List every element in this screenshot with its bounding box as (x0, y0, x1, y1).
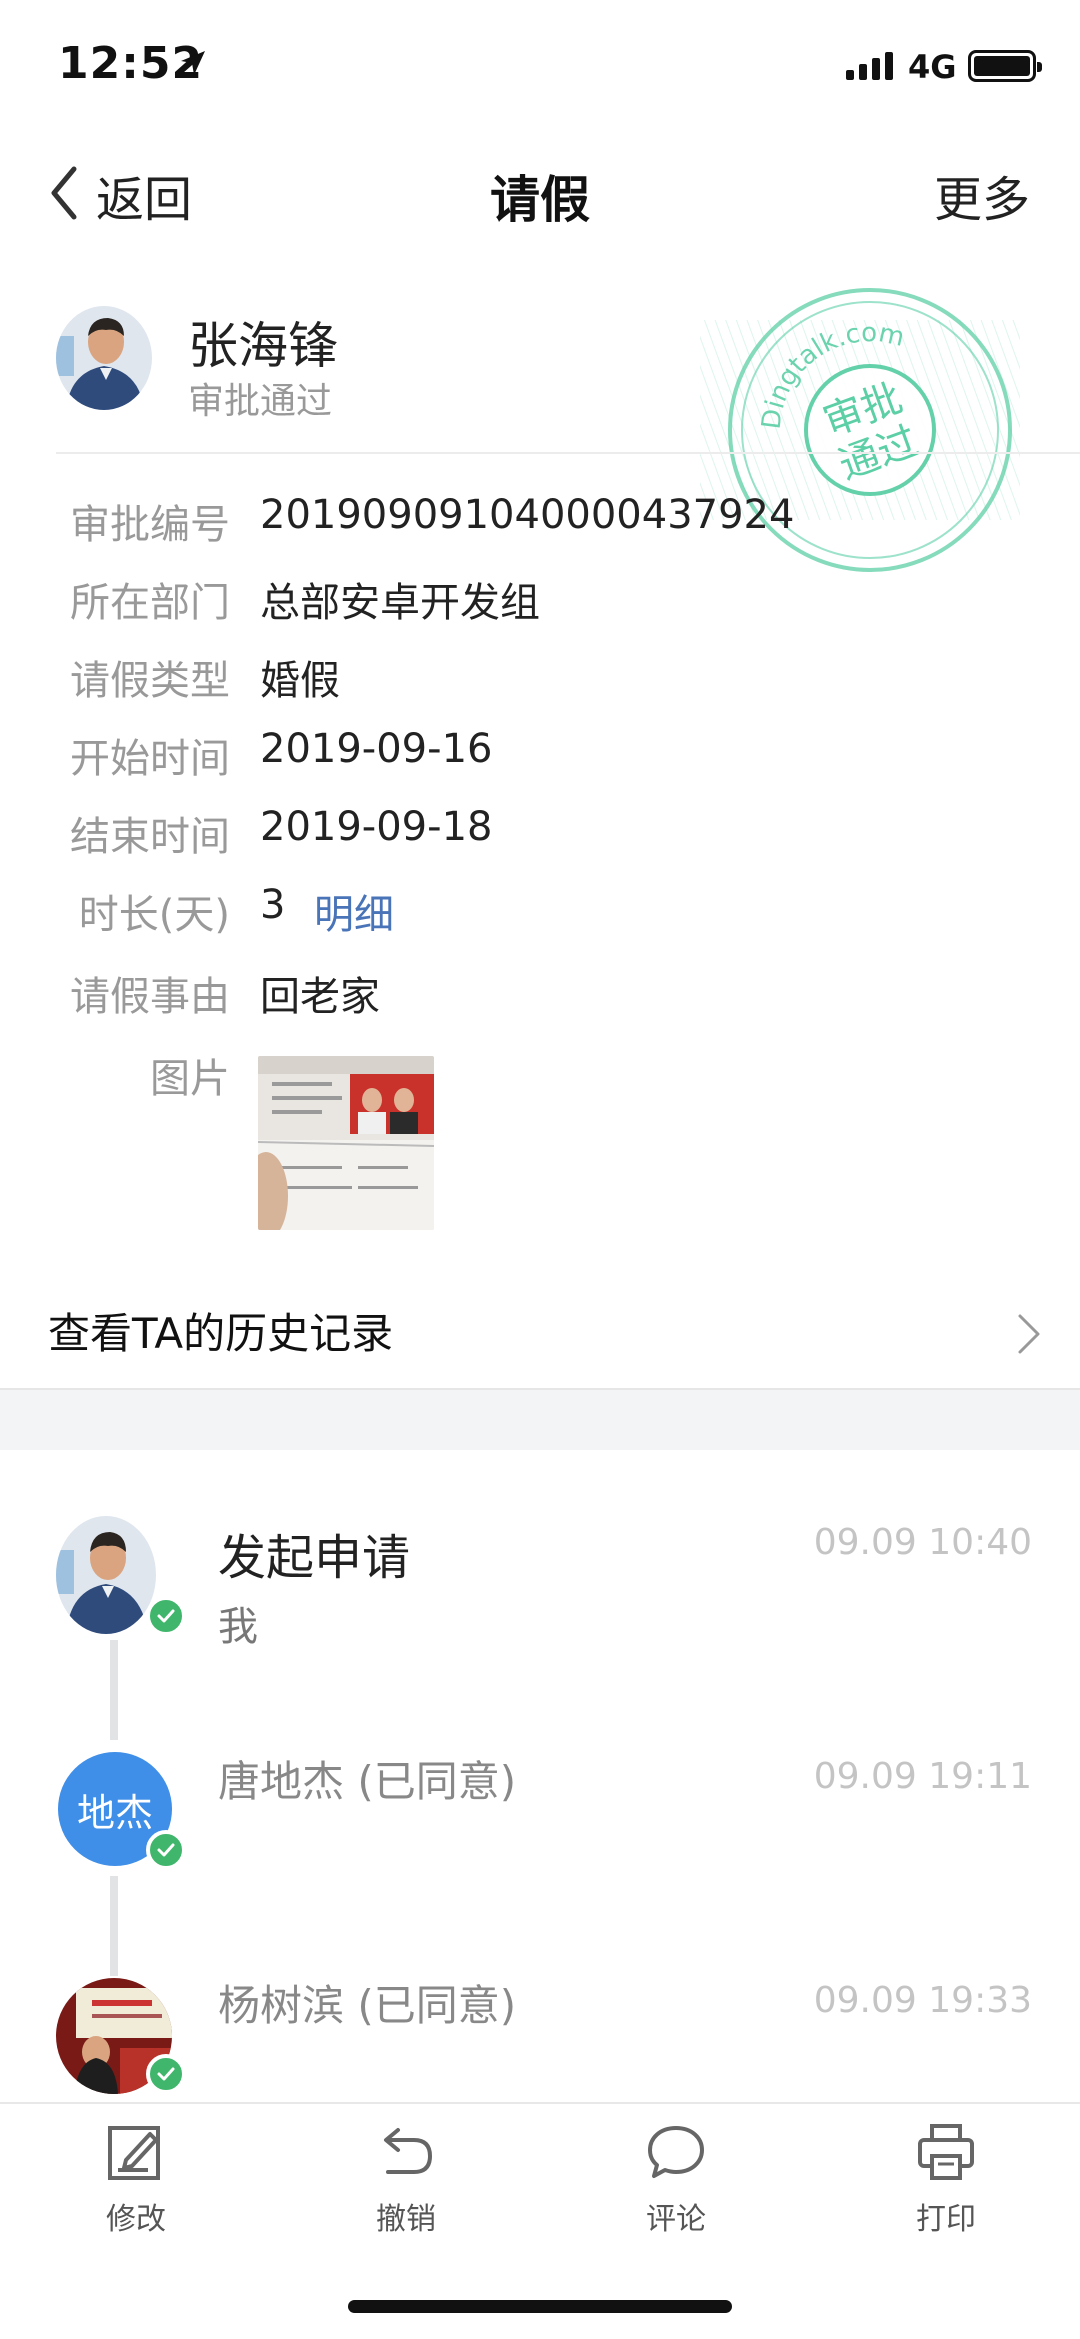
field-label: 时长(天) (78, 892, 230, 938)
section-separator (0, 1388, 1080, 1450)
field-end-time: 结束时间 2019-09-18 (0, 804, 1080, 874)
revoke-button[interactable]: 撤销 (326, 2120, 486, 2238)
edit-label: 修改 (106, 2202, 166, 2237)
approved-check-icon (146, 2054, 186, 2094)
attachment-photo[interactable] (258, 1056, 434, 1230)
battery-icon (968, 50, 1042, 82)
page-title: 请假 (490, 171, 590, 229)
field-value: 3 (260, 882, 286, 928)
field-start-time: 开始时间 2019-09-16 (0, 726, 1080, 796)
nav-bar: 返回 请假 更多 (0, 140, 1080, 250)
chevron-right-icon (1016, 1312, 1042, 1360)
field-label: 请假事由 (70, 974, 230, 1020)
field-images: 图片 (0, 1046, 1080, 1116)
field-approval-number: 审批编号 201909091040000437924 (0, 492, 1080, 562)
timeline-step-subtitle: 我 (218, 1604, 258, 1650)
field-value: 回老家 (260, 974, 380, 1020)
timeline-connector (110, 1640, 118, 1740)
status-bar: 12:52 4G (0, 0, 1080, 130)
field-label: 审批编号 (70, 502, 230, 548)
field-leave-type: 请假类型 婚假 (0, 648, 1080, 718)
timeline-step-title: 杨树滨 (已同意) (218, 1981, 517, 2030)
field-value: 2019-09-18 (260, 804, 493, 850)
field-label: 请假类型 (70, 658, 230, 704)
edit-icon (108, 2126, 160, 2180)
timeline-step-title: 发起申请 (218, 1530, 411, 1586)
timeline-step-title: 唐地杰 (已同意) (218, 1757, 517, 1806)
field-label: 所在部门 (70, 580, 230, 626)
timeline-connector (110, 1876, 118, 1976)
edit-button[interactable]: 修改 (56, 2120, 216, 2238)
timeline-avatar-applicant[interactable] (56, 1516, 156, 1634)
header-divider (56, 452, 1080, 454)
print-label: 打印 (916, 2202, 976, 2237)
printer-icon (918, 2124, 974, 2180)
undo-icon (384, 2128, 433, 2174)
approved-check-icon (146, 1596, 186, 1636)
cellular-signal-icon (846, 50, 893, 80)
approval-status: 审批通过 (188, 381, 333, 422)
duration-detail-link[interactable]: 明细 (314, 882, 394, 940)
view-history-label: 查看TA的历史记录 (48, 1309, 394, 1358)
timeline-step-time: 09.09 19:11 (813, 1756, 1032, 1797)
field-value: 201909091040000437924 (260, 492, 795, 538)
home-indicator[interactable] (348, 2300, 732, 2313)
applicant-avatar[interactable] (56, 306, 152, 410)
applicant-name: 张海锋 (188, 317, 338, 375)
field-value: 婚假 (260, 658, 340, 704)
timeline-step-time: 09.09 10:40 (813, 1522, 1032, 1563)
field-label: 结束时间 (70, 814, 230, 860)
field-label: 开始时间 (70, 736, 230, 782)
timeline-step-time: 09.09 19:33 (813, 1980, 1032, 2021)
view-history-row[interactable]: 查看TA的历史记录 (0, 1290, 1080, 1390)
comment-label: 评论 (646, 2202, 706, 2237)
revoke-label: 撤销 (376, 2202, 436, 2237)
field-department: 所在部门 总部安卓开发组 (0, 570, 1080, 640)
location-arrow-icon (178, 48, 208, 82)
more-button[interactable]: 更多 (934, 160, 1030, 230)
comment-icon (648, 2126, 704, 2178)
field-value: 2019-09-16 (260, 726, 493, 772)
field-value: 总部安卓开发组 (260, 580, 540, 626)
network-type: 4G (908, 48, 957, 86)
print-button[interactable]: 打印 (866, 2120, 1026, 2238)
field-duration: 时长(天) 3 明细 (0, 882, 1080, 952)
field-label: 图片 (150, 1056, 230, 1102)
approved-check-icon (146, 1830, 186, 1870)
field-reason: 请假事由 回老家 (0, 964, 1080, 1034)
comment-button[interactable]: 评论 (596, 2120, 756, 2238)
